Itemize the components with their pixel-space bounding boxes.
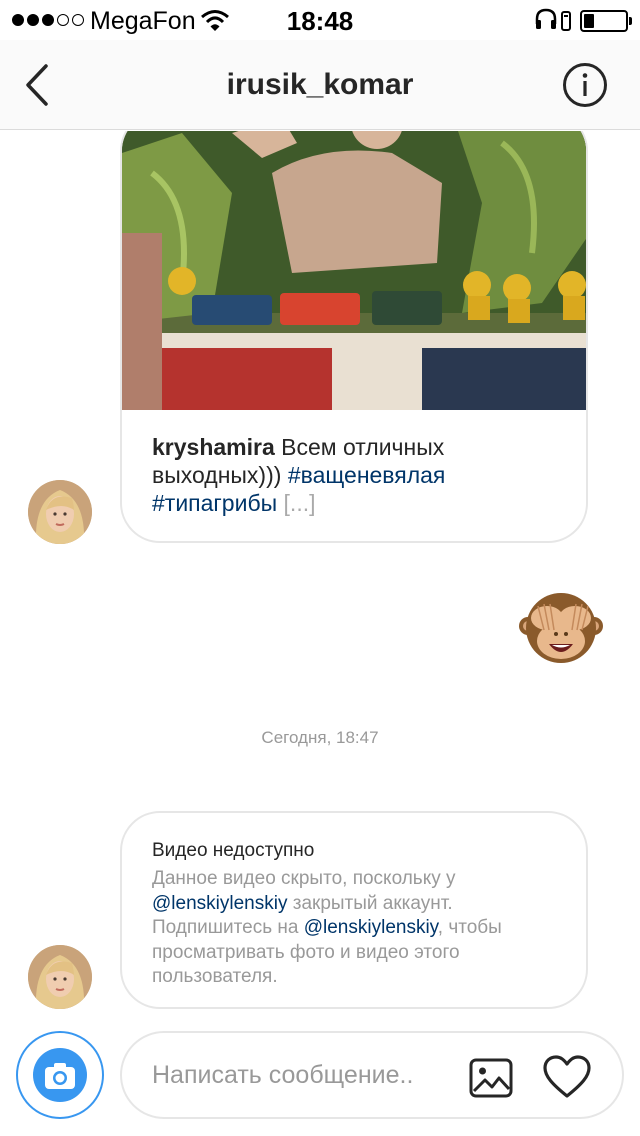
message-input[interactable] xyxy=(152,1053,412,1097)
video-unavailable-text: Данное видео скрыто, поскольку у xyxy=(152,868,456,889)
conversation-header: irusik_komar xyxy=(0,40,640,130)
headphones-icon xyxy=(535,8,557,29)
user-mention-link[interactable]: @lenskiylenskiy xyxy=(152,893,287,914)
camera-icon xyxy=(45,1063,75,1089)
gallery-icon[interactable] xyxy=(468,1055,514,1101)
video-unavailable-title: Видео недоступно xyxy=(152,840,315,861)
message-thread[interactable]: kryshamira Всем отличных выходных))) #ва… xyxy=(0,131,640,1021)
caption-more[interactable]: [...] xyxy=(284,490,316,516)
shared-post-photo[interactable] xyxy=(122,131,588,410)
hashtag-link[interactable]: #типагрибы xyxy=(152,490,277,516)
user-mention-link[interactable]: @lenskiylenskiy xyxy=(304,917,438,938)
battery-level-fill xyxy=(584,14,594,28)
avatar-photo xyxy=(28,480,92,544)
video-unavailable-body: Данное видео скрыто, поскольку у @lenski… xyxy=(152,867,556,990)
shared-post-username[interactable]: kryshamira xyxy=(152,434,275,460)
shared-post-message[interactable]: kryshamira Всем отличных выходных))) #ва… xyxy=(120,131,588,543)
hashtag-link[interactable]: #ващеневялая xyxy=(288,462,446,488)
avatar[interactable] xyxy=(28,945,92,1009)
battery-tip xyxy=(629,17,632,25)
shared-post-caption: kryshamira Всем отличных выходных))) #ва… xyxy=(152,433,562,517)
video-unavailable-message[interactable]: Видео недоступно Данное видео скрыто, по… xyxy=(120,811,588,1009)
rotation-lock-icon xyxy=(561,11,571,31)
avatar[interactable] xyxy=(28,480,92,544)
heart-icon[interactable] xyxy=(542,1054,592,1100)
message-timestamp: Сегодня, 18:47 xyxy=(261,728,379,747)
battery-icon xyxy=(580,10,628,32)
conversation-title[interactable]: irusik_komar xyxy=(0,68,640,102)
camera-button-circle xyxy=(33,1048,87,1102)
message-input-container[interactable] xyxy=(120,1031,624,1119)
status-bar: MegaFon 18:48 xyxy=(0,0,640,40)
message-composer xyxy=(0,1021,640,1136)
info-icon[interactable] xyxy=(562,62,608,108)
avatar-photo xyxy=(28,945,92,1009)
see-no-evil-monkey-emoji[interactable] xyxy=(518,586,604,672)
camera-button[interactable] xyxy=(16,1031,104,1119)
